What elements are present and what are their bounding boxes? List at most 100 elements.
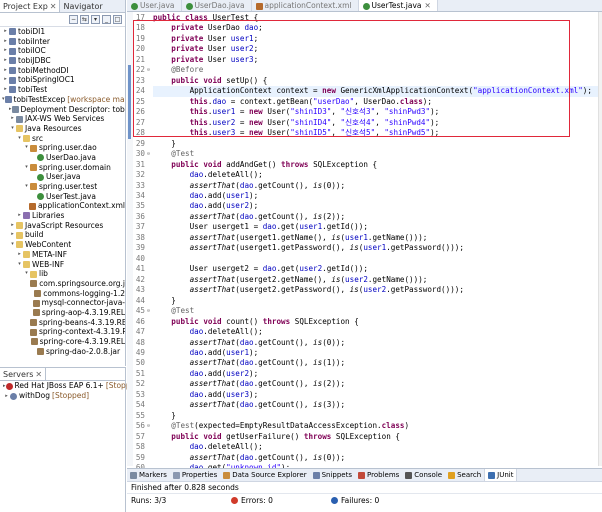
tree-item[interactable]: ▾ spring.user.dao <box>0 143 125 153</box>
code-line[interactable]: 19 private User user1; <box>133 34 598 44</box>
code-line[interactable]: 26 this.user1 = new User("shinID3", "신호석… <box>133 107 598 117</box>
expand-toggle-icon[interactable]: ▸ <box>9 230 16 240</box>
code-line[interactable]: 56 ⊖ @Test(expected=EmptyResultDataAccess… <box>133 421 598 431</box>
tree-item[interactable]: ▸ JavaScript Resources <box>0 221 125 231</box>
tree-item[interactable]: ▾ src <box>0 134 125 144</box>
expand-toggle-icon[interactable]: ▾ <box>9 124 16 134</box>
tree-item[interactable]: ▸ build <box>0 230 125 240</box>
code-line[interactable]: 30 ⊖ @Test <box>133 149 598 159</box>
tree-item[interactable]: spring-aop-4.3.19.REL <box>0 308 125 318</box>
code-line[interactable]: 54 assertThat(dao.getCount(), is(3)); <box>133 400 598 410</box>
code-line[interactable]: 35 dao.add(user2); <box>133 201 598 211</box>
tree-item[interactable]: ▾tobiTestExcep[workspace master] <box>0 95 125 105</box>
tree-item[interactable]: spring-core-4.3.19.REL <box>0 337 125 347</box>
expand-toggle-icon[interactable]: ▸ <box>2 66 9 76</box>
bottom-tab[interactable]: Data Source Explorer <box>220 469 309 481</box>
tree-item[interactable]: ▸ tobiSpringIOC1 <box>0 75 125 85</box>
code-area[interactable]: 17 public class UserTest {18 private User… <box>133 13 598 495</box>
tree-item[interactable]: ▸ tobiIOC <box>0 46 125 56</box>
code-line[interactable]: 53 dao.add(user3); <box>133 390 598 400</box>
tree-item[interactable]: mysql-connector-java- <box>0 298 125 308</box>
bottom-tab[interactable]: Snippets <box>310 469 355 481</box>
code-line[interactable]: 55 } <box>133 411 598 421</box>
code-line[interactable]: 39 assertThat(userget1.getPassword(), is… <box>133 243 598 253</box>
tree-item[interactable]: ▸ META-INF <box>0 250 125 260</box>
collapse-all-icon[interactable]: − <box>69 15 78 24</box>
tree-item[interactable]: ▸ tobiInter <box>0 37 125 47</box>
expand-toggle-icon[interactable]: ▸ <box>2 56 9 66</box>
tree-item[interactable]: ▸ Libraries <box>0 211 125 221</box>
expand-toggle-icon[interactable]: ▾ <box>9 240 16 250</box>
code-line[interactable]: 50 assertThat(dao.getCount(), is(1)); <box>133 358 598 368</box>
tree-item[interactable]: UserTest.java <box>0 192 125 202</box>
code-line[interactable]: 20 private User user2; <box>133 44 598 54</box>
code-line[interactable]: 28 this.user3 = new User("shinID5", "신호석… <box>133 128 598 138</box>
tree-item[interactable]: ▸ tobiTest <box>0 85 125 95</box>
expand-toggle-icon[interactable]: ▸ <box>2 27 9 37</box>
tree-item[interactable]: ▾ Java Resources <box>0 124 125 134</box>
code-line[interactable]: 45 ⊖ @Test <box>133 306 598 316</box>
server-item[interactable]: ▸ withDog [Stopped] <box>0 391 125 401</box>
tree-item[interactable]: UserDao.java <box>0 153 125 163</box>
tree-item[interactable]: ▾ WEB-INF <box>0 260 125 270</box>
code-line[interactable]: 36 assertThat(dao.getCount(), is(2)); <box>133 212 598 222</box>
tree-item[interactable]: applicationContext.xml <box>0 201 125 211</box>
tree-item[interactable]: commons-logging-1.2 <box>0 289 125 299</box>
code-line[interactable]: 41 User userget2 = dao.get(user2.getId()… <box>133 264 598 274</box>
code-line[interactable]: 18 private UserDao dao; <box>133 23 598 33</box>
tree-item[interactable]: ▸ tobiJDBC <box>0 56 125 66</box>
code-line[interactable]: 37 User userget1 = dao.get(user1.getId()… <box>133 222 598 232</box>
tree-item[interactable]: ▾ lib <box>0 269 125 279</box>
tab-navigator[interactable]: Navigator <box>60 0 105 12</box>
tree-item[interactable]: ▾ spring.user.test <box>0 182 125 192</box>
code-line[interactable]: 48 assertThat(dao.getCount(), is(0)); <box>133 338 598 348</box>
code-line[interactable]: 31 public void addAndGet() throws SQLExc… <box>133 160 598 170</box>
editor-tab[interactable]: UserDao.java <box>182 0 252 11</box>
code-line[interactable]: 44 } <box>133 296 598 306</box>
code-line[interactable]: 57 public void getUserFailure() throws S… <box>133 432 598 442</box>
tree-item[interactable]: ▸ tobiDI1 <box>0 27 125 37</box>
code-line[interactable]: 34 dao.add(user1); <box>133 191 598 201</box>
code-line[interactable]: 32 dao.deleteAll(); <box>133 170 598 180</box>
server-item[interactable]: ▸ Red Hat JBoss EAP 6.1+ [Stopped] <box>0 381 143 391</box>
bottom-tab[interactable]: Markers <box>127 469 170 481</box>
expand-toggle-icon[interactable]: ▸ <box>16 211 23 221</box>
editor-tab[interactable]: applicationContext.xml <box>252 0 359 11</box>
tree-item[interactable]: ▸ JAX-WS Web Services <box>0 114 125 124</box>
tree-item[interactable]: com.springsource.org.j <box>0 279 125 289</box>
code-line[interactable]: 33 assertThat(dao.getCount(), is(0)); <box>133 181 598 191</box>
code-line[interactable]: 49 dao.add(user1); <box>133 348 598 358</box>
code-line[interactable]: 40 <box>133 254 598 264</box>
code-line[interactable]: 22 ⊖ @Before <box>133 65 598 75</box>
view-menu-icon[interactable]: ▾ <box>91 15 100 24</box>
code-line[interactable]: 59 assertThat(dao.getCount(), is(0)); <box>133 453 598 463</box>
link-editor-icon[interactable]: ⇆ <box>80 15 89 24</box>
bottom-tab[interactable]: Properties <box>170 469 220 481</box>
bottom-tab[interactable]: Console <box>402 469 445 481</box>
code-line[interactable]: 25 this.dao = context.getBean("userDao",… <box>133 97 598 107</box>
expand-toggle-icon[interactable]: ▸ <box>3 391 10 401</box>
code-line[interactable]: 47 dao.deleteAll(); <box>133 327 598 337</box>
code-line[interactable]: 42 assertThat(userget2.getName(), is(use… <box>133 275 598 285</box>
expand-toggle-icon[interactable]: ▸ <box>2 46 9 56</box>
code-line[interactable]: 43 assertThat(userget2.getPassword(), is… <box>133 285 598 295</box>
expand-toggle-icon[interactable]: ▸ <box>9 221 16 231</box>
tree-item[interactable]: spring-beans-4.3.19.REL <box>0 318 125 328</box>
tab-project-explorer[interactable]: Project Exp ✕ <box>0 0 61 12</box>
maximize-icon[interactable]: □ <box>113 15 122 24</box>
close-icon[interactable]: ✕ <box>50 2 57 11</box>
code-line[interactable]: 21 private User user3; <box>133 55 598 65</box>
editor-scrollbar[interactable] <box>598 12 602 466</box>
code-line[interactable]: 27 this.user2 = new User("shinID4", "신호석… <box>133 118 598 128</box>
expand-toggle-icon[interactable]: ▾ <box>23 143 30 153</box>
tree-item[interactable]: spring-dao-2.0.8.jar <box>0 347 125 357</box>
editor-tab[interactable]: UserTest.java ✕ <box>358 0 438 11</box>
tree-item[interactable]: ▸Deployment Descriptor: tobiTestE <box>0 105 125 115</box>
minimize-icon[interactable]: _ <box>102 15 111 24</box>
bottom-tab[interactable]: Search <box>445 469 484 481</box>
tree-item[interactable]: ▸ tobiMethodDI <box>0 66 125 76</box>
tree-item[interactable]: spring-context-4.3.19.REL <box>0 327 125 337</box>
code-line[interactable]: 38 assertThat(userget1.getName(), is(use… <box>133 233 598 243</box>
close-icon[interactable]: ✕ <box>35 370 42 379</box>
expand-toggle-icon[interactable]: ▾ <box>16 134 23 144</box>
